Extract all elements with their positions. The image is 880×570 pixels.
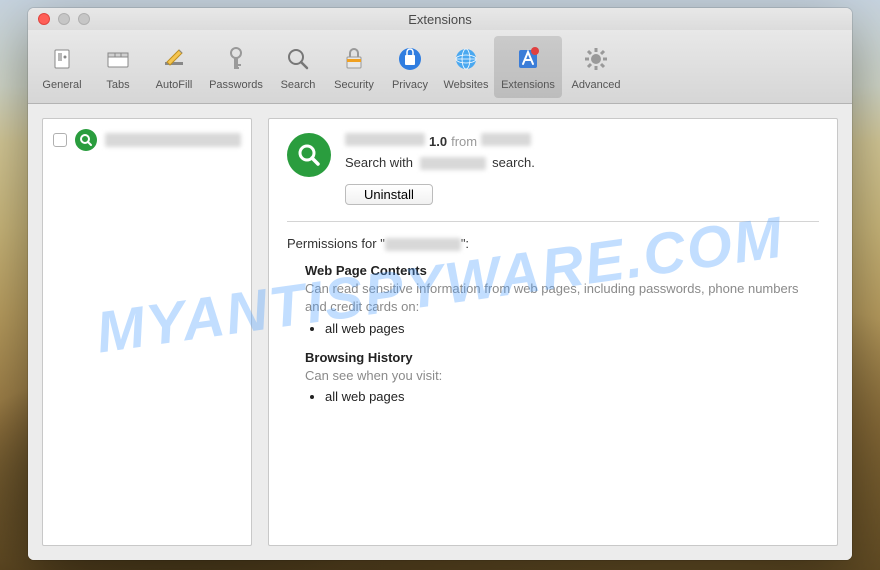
- permission-item: all web pages: [325, 321, 819, 336]
- detail-info: 1.0 from Search with search. Uninstall: [345, 133, 535, 205]
- tab-label: General: [42, 79, 81, 91]
- security-icon: [338, 43, 370, 75]
- tab-security[interactable]: Security: [326, 36, 382, 98]
- permission-section-history: Browsing History Can see when you visit:…: [305, 350, 819, 404]
- search-icon: [282, 43, 314, 75]
- permissions-title: Permissions for "":: [287, 236, 819, 251]
- tab-general[interactable]: General: [34, 36, 90, 98]
- redacted-text: [385, 238, 461, 251]
- websites-icon: [450, 43, 482, 75]
- permission-item: all web pages: [325, 389, 819, 404]
- content-area: 1.0 from Search with search. Uninstall P…: [28, 104, 852, 560]
- permission-description: Can read sensitive information from web …: [305, 280, 819, 316]
- extension-author-redacted: [481, 133, 531, 146]
- extension-description: Search with search.: [345, 155, 535, 170]
- extension-detail-icon: [287, 133, 331, 177]
- tabs-icon: [102, 43, 134, 75]
- extension-list-item[interactable]: [47, 125, 247, 155]
- extensions-sidebar: [42, 118, 252, 546]
- preferences-window: Extensions General Tabs AutoFill Passwor…: [28, 8, 852, 560]
- permission-description: Can see when you visit:: [305, 367, 819, 385]
- extension-name-redacted: [345, 133, 425, 146]
- tab-extensions[interactable]: Extensions: [494, 36, 562, 98]
- permission-heading: Browsing History: [305, 350, 819, 365]
- tab-label: Advanced: [572, 79, 621, 91]
- extensions-icon: [512, 43, 544, 75]
- permission-section-webpage: Web Page Contents Can read sensitive inf…: [305, 263, 819, 335]
- titlebar[interactable]: Extensions: [28, 8, 852, 30]
- tab-websites[interactable]: Websites: [438, 36, 494, 98]
- redacted-text: [420, 157, 486, 170]
- passwords-icon: [220, 43, 252, 75]
- tab-autofill[interactable]: AutoFill: [146, 36, 202, 98]
- tab-label: Security: [334, 79, 374, 91]
- extension-version: 1.0: [429, 134, 447, 149]
- extension-enable-checkbox[interactable]: [53, 133, 67, 147]
- tab-privacy[interactable]: Privacy: [382, 36, 438, 98]
- general-icon: [46, 43, 78, 75]
- tab-label: Privacy: [392, 79, 428, 91]
- tab-label: Tabs: [106, 79, 129, 91]
- tab-passwords[interactable]: Passwords: [202, 36, 270, 98]
- tab-tabs[interactable]: Tabs: [90, 36, 146, 98]
- permission-heading: Web Page Contents: [305, 263, 819, 278]
- tab-label: Websites: [443, 79, 488, 91]
- uninstall-button[interactable]: Uninstall: [345, 184, 433, 205]
- extension-detail-panel: 1.0 from Search with search. Uninstall P…: [268, 118, 838, 546]
- privacy-icon: [394, 43, 426, 75]
- tab-search[interactable]: Search: [270, 36, 326, 98]
- tab-advanced[interactable]: Advanced: [562, 36, 630, 98]
- from-label: from: [451, 134, 477, 149]
- autofill-icon: [158, 43, 190, 75]
- detail-header: 1.0 from Search with search. Uninstall: [287, 133, 819, 205]
- advanced-icon: [580, 43, 612, 75]
- extension-name-redacted: [105, 133, 241, 147]
- permission-list: all web pages: [325, 321, 819, 336]
- tab-label: Extensions: [501, 79, 555, 91]
- tab-label: Search: [281, 79, 316, 91]
- tab-label: Passwords: [209, 79, 263, 91]
- window-title: Extensions: [28, 12, 852, 27]
- extension-icon: [75, 129, 97, 151]
- permission-list: all web pages: [325, 389, 819, 404]
- preferences-toolbar: General Tabs AutoFill Passwords Search: [28, 30, 852, 104]
- divider: [287, 221, 819, 222]
- tab-label: AutoFill: [156, 79, 193, 91]
- detail-title-row: 1.0 from: [345, 133, 535, 149]
